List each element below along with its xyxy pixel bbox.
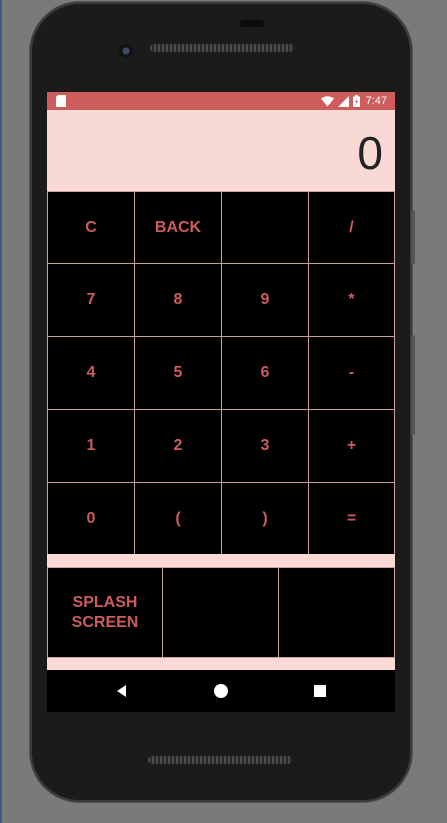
extra-button-2[interactable] <box>162 567 279 658</box>
volume-button <box>411 210 415 264</box>
key-7[interactable]: 7 <box>47 263 135 337</box>
key-equals[interactable]: = <box>308 482 395 555</box>
divider-band-bottom <box>47 658 395 670</box>
key-9[interactable]: 9 <box>221 263 309 337</box>
top-speaker-grille <box>150 44 294 52</box>
display-value: 0 <box>357 127 383 179</box>
status-icons: 7:47 <box>320 92 387 110</box>
home-icon[interactable] <box>212 682 230 700</box>
key-0[interactable]: 0 <box>47 482 135 555</box>
signal-icon <box>337 95 349 107</box>
app-screen: 7:47 0 C BACK / 7 8 9 * 4 5 6 - 1 2 3 + … <box>47 92 395 670</box>
key-close-paren[interactable]: ) <box>221 482 309 555</box>
front-camera <box>119 44 133 58</box>
key-3[interactable]: 3 <box>221 409 309 483</box>
power-button <box>411 335 415 435</box>
recents-icon[interactable] <box>311 682 329 700</box>
key-clear[interactable]: C <box>47 191 135 264</box>
status-bar: 7:47 <box>47 92 395 110</box>
calculator-display: 0 <box>47 110 395 191</box>
key-back[interactable]: BACK <box>134 191 222 264</box>
key-8[interactable]: 8 <box>134 263 222 337</box>
earpiece <box>240 20 264 27</box>
divider-band-top <box>47 554 395 567</box>
keypad: C BACK / 7 8 9 * 4 5 6 - 1 2 3 + 0 ( ) = <box>47 191 395 555</box>
key-5[interactable]: 5 <box>134 336 222 410</box>
key-1[interactable]: 1 <box>47 409 135 483</box>
status-time: 7:47 <box>365 95 387 107</box>
key-4[interactable]: 4 <box>47 336 135 410</box>
key-subtract[interactable]: - <box>308 336 395 410</box>
extra-button-3[interactable] <box>278 567 395 658</box>
key-add[interactable]: + <box>308 409 395 483</box>
wifi-icon <box>320 95 334 106</box>
key-2[interactable]: 2 <box>134 409 222 483</box>
key-multiply[interactable]: * <box>308 263 395 337</box>
back-icon[interactable] <box>113 682 131 700</box>
key-blank[interactable] <box>221 191 309 264</box>
sd-card-icon <box>56 95 66 107</box>
window-frame-edge <box>0 0 2 823</box>
battery-icon <box>352 95 360 107</box>
bottom-speaker-grille <box>148 756 292 764</box>
navigation-bar <box>47 670 395 712</box>
key-divide[interactable]: / <box>308 191 395 264</box>
splash-screen-button[interactable]: SPLASH SCREEN <box>47 567 163 658</box>
key-6[interactable]: 6 <box>221 336 309 410</box>
key-open-paren[interactable]: ( <box>134 482 222 555</box>
